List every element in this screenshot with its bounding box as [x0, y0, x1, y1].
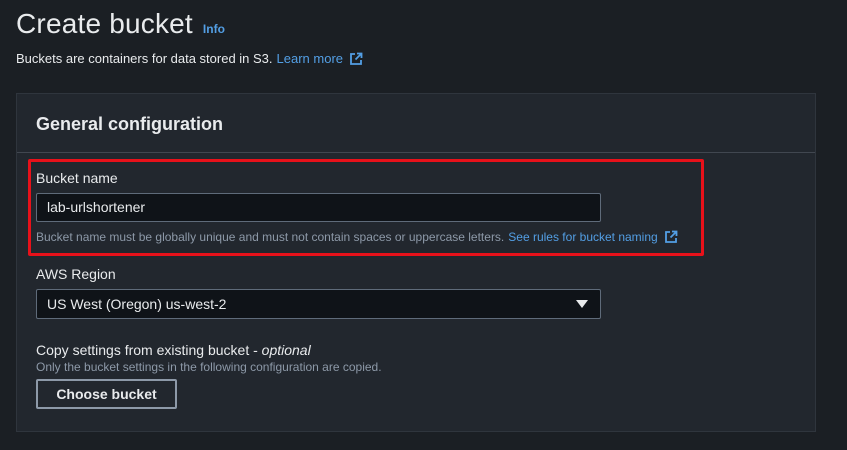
bucket-name-hint: Bucket name must be globally unique and … — [36, 230, 678, 244]
learn-more-link[interactable]: Learn more — [277, 51, 363, 66]
aws-region-label: AWS Region — [36, 266, 116, 282]
bucket-name-label: Bucket name — [36, 170, 118, 186]
copy-settings-label-text: Copy settings from existing bucket - — [36, 342, 262, 358]
external-link-icon — [350, 52, 363, 65]
bucket-naming-rules-link[interactable]: See rules for bucket naming — [508, 230, 678, 244]
aws-region-select[interactable]: US West (Oregon) us-west-2 — [36, 289, 601, 319]
copy-settings-description: Only the bucket settings in the followin… — [36, 360, 382, 374]
bucket-name-hint-text: Bucket name must be globally unique and … — [36, 230, 505, 244]
choose-bucket-button[interactable]: Choose bucket — [36, 379, 177, 409]
page-header: Create bucket Info — [16, 8, 225, 40]
bucket-name-input[interactable]: lab-urlshortener — [36, 193, 601, 222]
title-row: Create bucket Info — [16, 8, 225, 40]
aws-region-selected-value: US West (Oregon) us-west-2 — [47, 296, 227, 312]
panel-title: General configuration — [36, 114, 224, 134]
optional-tag: optional — [261, 342, 311, 358]
panel-header: General configuration — [17, 94, 815, 153]
external-link-icon — [664, 230, 678, 243]
bucket-naming-rules-label: See rules for bucket naming — [508, 230, 658, 244]
info-link[interactable]: Info — [203, 22, 225, 36]
copy-settings-label: Copy settings from existing bucket - opt… — [36, 342, 311, 358]
learn-more-label: Learn more — [276, 51, 344, 66]
page-description: Buckets are containers for data stored i… — [16, 51, 363, 66]
page-title: Create bucket — [16, 8, 193, 39]
page-description-text: Buckets are containers for data stored i… — [16, 51, 273, 66]
caret-down-icon — [576, 300, 588, 308]
